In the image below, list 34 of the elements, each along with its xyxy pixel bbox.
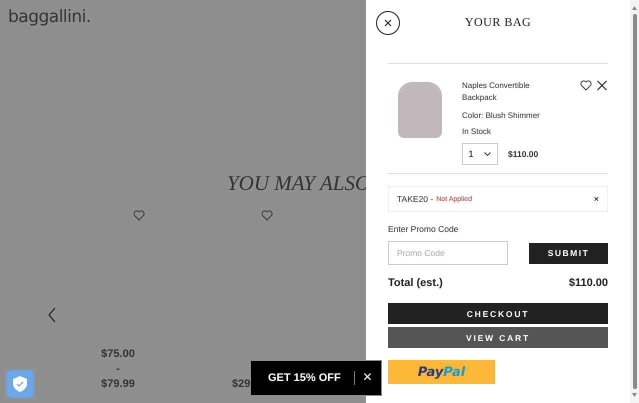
wishlist-heart-icon[interactable] — [580, 80, 592, 91]
product-name[interactable]: Naples Convertible Backpack — [462, 80, 552, 104]
promo-label: Enter Promo Code — [388, 224, 460, 234]
chevron-down-icon[interactable] — [484, 152, 492, 156]
drawer-title: YOUR BAG — [464, 15, 532, 30]
checkout-button[interactable]: CHECKOUT — [388, 303, 608, 324]
product-color: Color: Blush Shimmer — [462, 111, 541, 120]
total-label: Total (est.) — [388, 277, 443, 289]
stock-status: In Stock — [462, 127, 492, 136]
scroll-down-arrow-icon[interactable] — [632, 393, 637, 397]
remove-icon[interactable] — [596, 80, 608, 91]
product-price: $75.00 — [101, 347, 135, 362]
close-button[interactable] — [376, 10, 400, 34]
close-button[interactable]: × — [362, 369, 372, 387]
promo-code: TAKE20 - — [397, 194, 434, 204]
scrollbar[interactable] — [630, 0, 639, 403]
paypal-button[interactable]: PayPal — [388, 360, 495, 384]
view-cart-button[interactable]: VIEW CART — [388, 327, 608, 348]
privacy-shield-icon[interactable] — [6, 370, 34, 398]
product-price: - — [116, 362, 120, 377]
product-photo-placeholder — [398, 82, 442, 138]
scroll-up-arrow-icon[interactable] — [632, 6, 637, 10]
item-price: $110.00 — [508, 149, 538, 159]
discount-label[interactable]: GET 15% OFF — [268, 372, 341, 384]
total-value: $110.00 — [568, 277, 608, 289]
quantity-select[interactable]: 1 — [462, 143, 498, 165]
promo-code-field[interactable]: Promo Code — [388, 241, 508, 265]
submit-button[interactable]: SUBMIT — [529, 242, 608, 264]
brand-logo[interactable]: baggallini. — [8, 7, 91, 27]
product-price: $29 — [232, 377, 250, 392]
remove-promo-button[interactable]: × — [594, 194, 599, 204]
product-price: $79.99 — [101, 377, 135, 392]
discount-popup[interactable]: GET 15% OFF × — [250, 360, 382, 396]
close-icon[interactable] — [384, 18, 392, 26]
